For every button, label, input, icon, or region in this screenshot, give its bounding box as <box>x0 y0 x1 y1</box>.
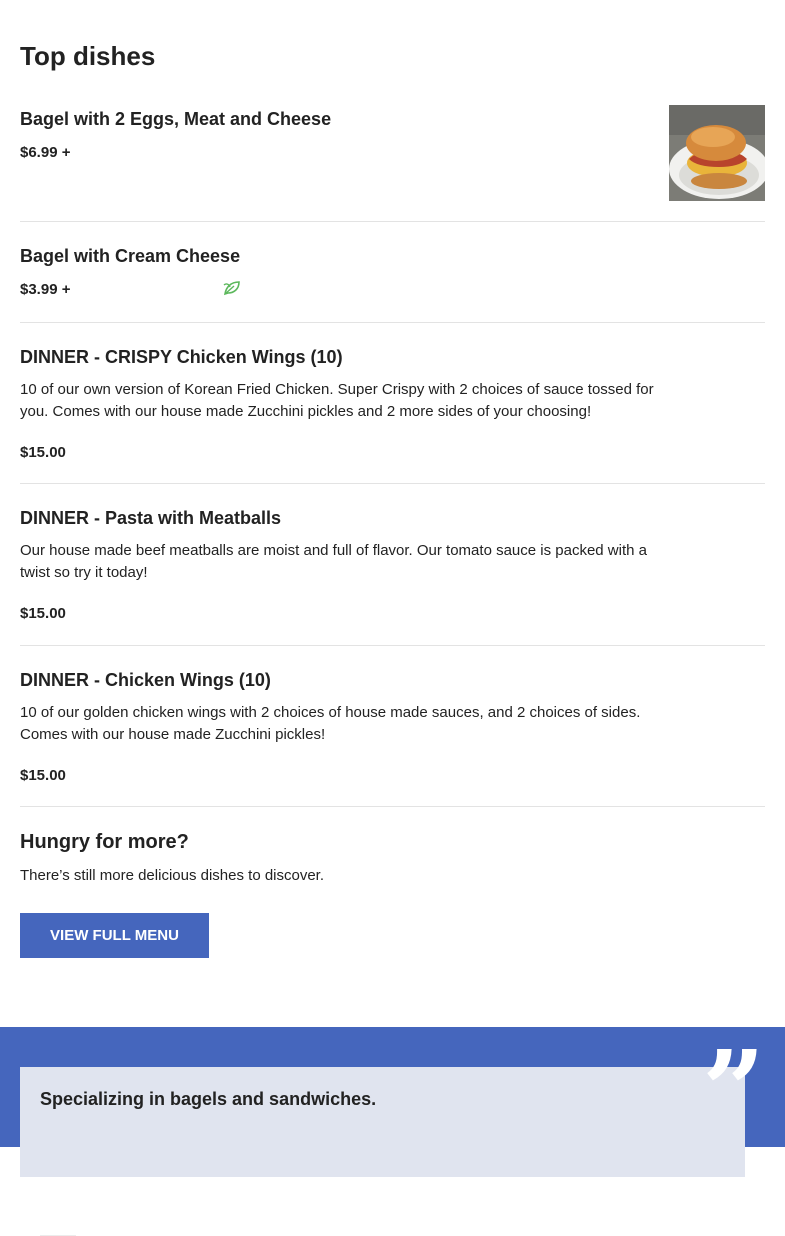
dish-description: 10 of our golden chicken wings with 2 ch… <box>20 704 641 743</box>
dish-name[interactable]: Bagel with Cream Cheese <box>20 246 240 267</box>
quote-text: Specializing in bagels and sandwiches. <box>40 1089 377 1109</box>
dish-name[interactable]: DINNER - Pasta with Meatballs <box>20 508 281 529</box>
dish-price: $15.00 <box>20 605 66 622</box>
dish-item[interactable]: Bagel with 2 Eggs, Meat and Cheese $6.99… <box>20 105 765 222</box>
dish-price: $3.99 + <box>20 281 71 298</box>
dish-name[interactable]: Bagel with 2 Eggs, Meat and Cheese <box>20 109 331 130</box>
dish-name[interactable]: DINNER - CRISPY Chicken Wings (10) <box>20 347 343 368</box>
dish-item[interactable]: DINNER - CRISPY Chicken Wings (10) 10 of… <box>20 323 765 484</box>
bagel-sandwich-photo-icon <box>669 105 765 201</box>
more-subtitle: There’s still more delicious dishes to d… <box>20 867 325 884</box>
view-full-menu-button[interactable]: VIEW FULL MENU <box>20 913 209 958</box>
leaf-icon <box>223 281 240 296</box>
more-title: Hungry for more? <box>20 831 189 853</box>
dish-price: $15.00 <box>20 767 66 784</box>
section-title: Top dishes <box>20 41 156 71</box>
quote-card: Specializing in bagels and sandwiches. <box>20 1067 745 1177</box>
dish-price: $15.00 <box>20 444 66 461</box>
dish-item[interactable]: Bagel with Cream Cheese $3.99 + <box>20 222 765 323</box>
dish-name[interactable]: DINNER - Chicken Wings (10) <box>20 670 271 691</box>
quote-icon: ” <box>702 1026 766 1155</box>
dish-description: 10 of our own version of Korean Fried Ch… <box>20 381 654 420</box>
dish-photo[interactable] <box>669 105 765 201</box>
next-section-cutoff <box>20 1228 120 1236</box>
dish-item[interactable]: DINNER - Chicken Wings (10) 10 of our go… <box>20 646 765 807</box>
dish-description: Our house made beef meatballs are moist … <box>20 542 647 581</box>
dish-price: $6.99 + <box>20 144 71 161</box>
dish-item[interactable]: DINNER - Pasta with Meatballs Our house … <box>20 484 765 646</box>
